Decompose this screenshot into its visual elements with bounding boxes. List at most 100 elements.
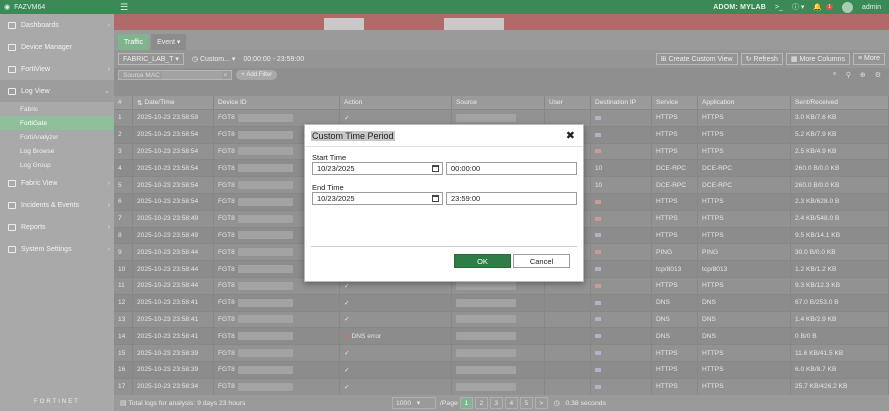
user-name[interactable]: admin <box>862 4 881 11</box>
table-cell-src <box>452 361 545 378</box>
sidebar-item-fabric-view[interactable]: Fabric View › <box>0 172 114 194</box>
help-icon[interactable]: ⓘ ▾ <box>792 2 804 12</box>
device-id-text: FGT8 <box>218 181 235 189</box>
table-cell-num: 9 <box>114 244 133 261</box>
table-cell-svc: DNS <box>652 328 698 345</box>
checkmark-icon: ✓ <box>344 282 350 290</box>
device-select[interactable]: FABRIC_LAB_T ▾ <box>118 53 184 65</box>
calendar-icon[interactable] <box>432 195 439 202</box>
timer-icon: ◷ <box>553 400 560 407</box>
chevron-right-icon: › <box>107 201 110 209</box>
sidebar-subitem-fabric[interactable]: Fabric <box>0 102 114 116</box>
column-header[interactable]: Service <box>652 96 698 109</box>
table-row[interactable]: 12 2025-10-23 23:58:41 FGT8 ✓ DNS DNS 67.0 B/2… <box>114 294 889 312</box>
table-cell-num: 16 <box>114 361 133 378</box>
close-icon[interactable]: × <box>223 72 227 79</box>
table-cell-dev: FGT8 <box>214 328 340 345</box>
column-header-datetime[interactable]: ⇅ Date/Time <box>133 96 214 109</box>
sidebar-item-device-manager[interactable]: Device Manager <box>0 36 114 58</box>
page-size-select[interactable]: 1000 ▾ <box>392 397 436 409</box>
page-3-button[interactable]: 3 <box>489 397 503 409</box>
redacted-value <box>456 332 516 341</box>
start-date-input[interactable]: 10/23/2025 <box>312 162 443 175</box>
cancel-button[interactable]: Cancel <box>513 254 570 268</box>
table-cell-app: HTTPS <box>698 227 791 244</box>
column-header[interactable]: Application <box>698 96 791 109</box>
column-header[interactable]: Sent/Received <box>791 96 889 109</box>
time-select[interactable]: ◷ Custom... ▾ <box>192 55 235 63</box>
table-cell-svc: HTTPS <box>652 345 698 361</box>
adom-label[interactable]: ADOM: MYLAB <box>713 4 766 11</box>
page-5-button[interactable]: 5 <box>519 397 533 409</box>
table-cell-dst: 10 <box>591 177 652 193</box>
sidebar-item-reports[interactable]: Reports › <box>0 216 114 238</box>
search-icon[interactable]: ⚲ <box>846 71 851 79</box>
add-filter-button[interactable]: + Add Filter <box>236 70 278 80</box>
gear-icon[interactable]: ⚙ <box>875 71 881 79</box>
sidebar-item-dashboards[interactable]: Dashboards › <box>0 14 114 36</box>
end-date-input[interactable]: 10/23/2025 <box>312 192 443 205</box>
filter-chip-source-mac[interactable]: Source MAC × <box>118 70 233 80</box>
cli-console-icon[interactable]: >_ <box>775 4 783 11</box>
column-header[interactable]: Device ID <box>214 96 340 109</box>
next-page-button[interactable]: > <box>534 397 548 409</box>
refresh-button[interactable]: ↻ Refresh <box>740 53 783 65</box>
sidebar-item-fortiview[interactable]: FortiView › <box>0 58 114 80</box>
column-header[interactable]: Destination IP <box>591 96 652 109</box>
table-row[interactable]: 15 2025-10-23 23:58:39 FGT8 ✓ HTTPS HTTPS 11.6… <box>114 345 889 362</box>
sidebar-item-system-settings[interactable]: System Settings › <box>0 238 114 260</box>
tab-event[interactable]: Event ▾ <box>151 34 187 50</box>
table-cell-svc: DCE-RPC <box>652 160 698 177</box>
avatar[interactable] <box>841 1 853 13</box>
table-header: # ⇅ Date/Time Device ID Action Source Us… <box>114 96 889 110</box>
dialog-title: Custom Time Period <box>311 130 395 141</box>
clear-filter-icon[interactable]: × <box>833 71 837 79</box>
table-cell-num: 13 <box>114 311 133 328</box>
sort-icon: ⇅ <box>137 99 143 107</box>
sidebar-item-incidents-events[interactable]: Incidents & Events › <box>0 194 114 216</box>
sidebar-subitem-fortigate[interactable]: FortiGate <box>0 116 114 130</box>
checkmark-icon: ✓ <box>344 383 350 391</box>
dialog-divider <box>311 246 577 247</box>
table-cell-dev: FGT8 <box>214 345 340 361</box>
sidebar-item-label: Device Manager <box>21 43 72 51</box>
fabric-view-icon <box>8 179 16 187</box>
calendar-icon[interactable] <box>432 165 439 172</box>
sidebar-subitem-fortianalyzer[interactable]: FortiAnalyzer <box>0 130 114 144</box>
menu-toggle-icon[interactable]: ☰ <box>120 2 128 13</box>
sidebar-subitem-log-group[interactable]: Log Group <box>0 158 114 172</box>
bell-icon[interactable]: 🔔 <box>813 3 822 11</box>
column-header[interactable]: Action <box>340 96 452 109</box>
table-row[interactable]: 16 2025-10-23 23:58:39 FGT8 ✓ HTTPS HTTPS 6.0 … <box>114 361 889 379</box>
device-id-text: FGT8 <box>218 231 235 239</box>
redacted-value <box>456 281 516 290</box>
more-columns-button[interactable]: ▦ More Columns <box>785 53 850 65</box>
page-2-button[interactable]: 2 <box>474 397 488 409</box>
page-1-button[interactable]: 1 <box>459 397 473 409</box>
start-time-input[interactable]: 00:00:00 <box>446 162 577 175</box>
page-4-button[interactable]: 4 <box>504 397 518 409</box>
ok-button[interactable]: OK <box>454 254 511 268</box>
close-icon[interactable]: ✖ <box>566 129 575 142</box>
redacted-value <box>237 181 293 190</box>
table-row[interactable]: 13 2025-10-23 23:58:41 FGT8 ✓ DNS DNS 1.4 KB/2… <box>114 311 889 329</box>
tab-traffic[interactable]: Traffic <box>118 34 150 50</box>
table-row[interactable]: 14 2025-10-23 23:58:41 FGT8 ⊗ DNS error DNS DN… <box>114 328 889 346</box>
column-header[interactable]: User <box>545 96 591 109</box>
more-button[interactable]: ≡ More <box>853 53 885 65</box>
column-header[interactable]: # <box>114 96 133 109</box>
total-logs-text: Total logs for analysis: 9 days 23 hours <box>128 399 246 407</box>
end-time-input[interactable]: 23:59:00 <box>446 192 577 205</box>
table-cell-dt: 2025-10-23 23:58:41 <box>133 311 214 328</box>
chevron-down-icon: ▾ <box>176 39 181 46</box>
country-flag-icon <box>595 300 601 305</box>
table-row[interactable]: 17 2025-10-23 23:58:34 FGT8 ✓ HTTPS HTTPS 25.7… <box>114 378 889 396</box>
create-custom-view-button[interactable]: ⊞ Create Custom View <box>655 53 738 65</box>
redacted-value <box>237 382 293 391</box>
sidebar-item-log-view[interactable]: Log View ⌄ <box>0 80 114 102</box>
column-header[interactable]: Source <box>452 96 545 109</box>
gear-icon <box>8 245 16 253</box>
sidebar-subitem-log-browse[interactable]: Log Browse <box>0 144 114 158</box>
redacted-value <box>237 281 293 290</box>
zoom-in-icon[interactable]: ⊕ <box>860 71 866 79</box>
